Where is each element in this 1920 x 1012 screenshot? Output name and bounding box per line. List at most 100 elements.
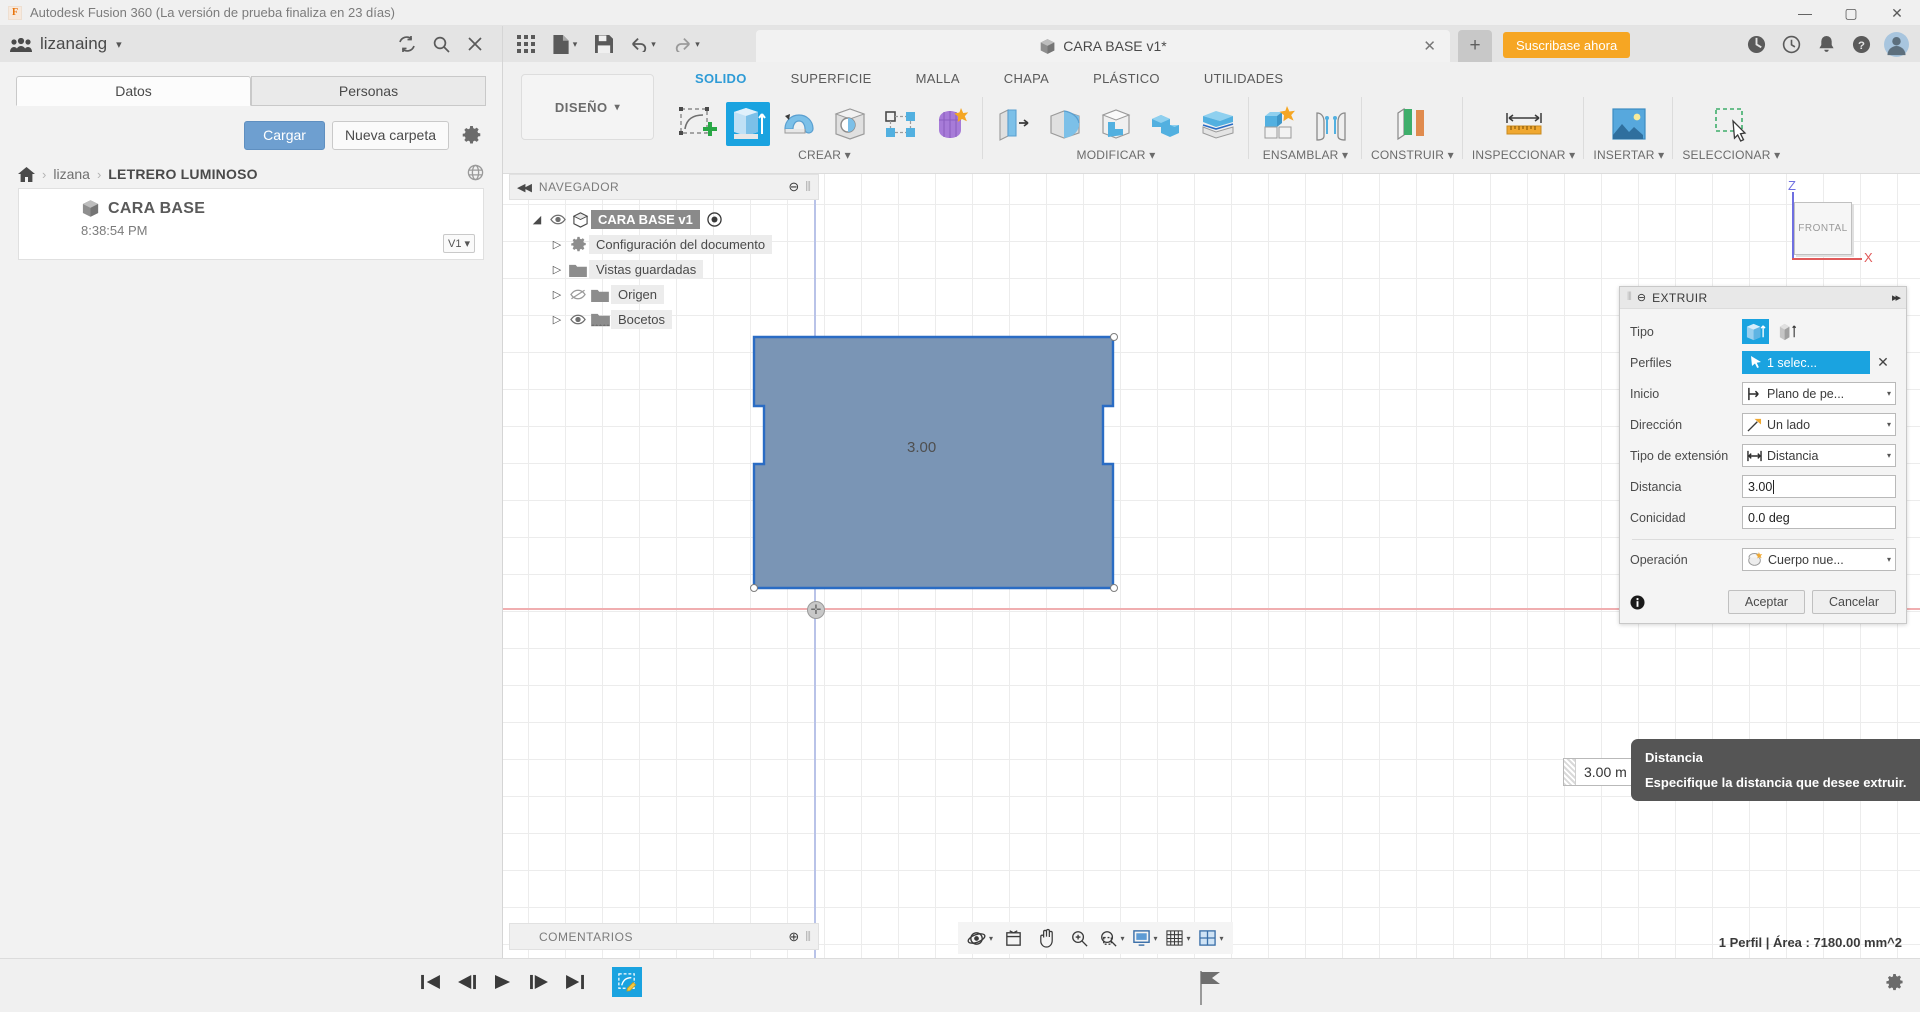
loft-icon[interactable] (879, 102, 923, 146)
zoom-window-icon[interactable]: ▾ (1096, 924, 1128, 952)
revolve-icon[interactable] (777, 102, 821, 146)
ribbon-group-insertar-label[interactable]: INSERTAR ▾ (1593, 148, 1664, 162)
chevron-down-icon[interactable]: ▾ (1120, 934, 1124, 943)
twisty-icon[interactable]: ▷ (547, 238, 567, 251)
step-back-icon[interactable] (454, 969, 480, 995)
timeline-feature-node[interactable] (612, 967, 642, 997)
breadcrumb-item-project[interactable]: LETRERO LUMINOSO (108, 166, 257, 182)
close-panel-icon[interactable] (458, 27, 492, 61)
close-button[interactable]: ✕ (1874, 0, 1920, 26)
tab-superficie[interactable]: SUPERFICIE (769, 67, 894, 90)
chevron-down-icon[interactable]: ▾ (116, 38, 122, 51)
chevron-down-icon[interactable]: ▾ (1887, 555, 1891, 564)
user-avatar[interactable] (1880, 28, 1912, 60)
add-comment-icon[interactable]: ⊕ (788, 929, 799, 945)
extrude-dimension-label[interactable]: 3.00 (907, 439, 936, 456)
sweep-icon[interactable] (828, 102, 872, 146)
minimize-icon[interactable]: ⊖ (1637, 291, 1646, 304)
recent-icon[interactable] (1775, 28, 1807, 60)
minimize-button[interactable]: — (1782, 0, 1828, 26)
account-name[interactable]: lizanaing (40, 34, 107, 54)
select-window-icon[interactable] (1709, 102, 1753, 146)
form-icon[interactable] (930, 102, 974, 146)
fillet-icon[interactable] (1043, 102, 1087, 146)
shell-icon[interactable] (1094, 102, 1138, 146)
tab-plastico[interactable]: PLÁSTICO (1071, 67, 1182, 90)
step-forward-icon[interactable] (526, 969, 552, 995)
view-cube-face[interactable]: FRONTAL (1794, 202, 1852, 255)
solid-extrude-icon[interactable] (1742, 319, 1769, 344)
direccion-dropdown[interactable]: Un lado ▾ (1742, 413, 1896, 436)
save-icon[interactable] (587, 29, 621, 59)
undo-icon[interactable]: ▾ (621, 29, 665, 59)
ribbon-group-modificar-label[interactable]: MODIFICAR ▾ (1077, 148, 1156, 162)
refresh-icon[interactable] (390, 27, 424, 61)
measure-icon[interactable] (1502, 102, 1546, 146)
browser-grip-icon[interactable]: ⦀ (805, 179, 811, 195)
viewports-icon[interactable]: ▾ (1195, 924, 1227, 952)
tree-item-configuracion[interactable]: ▷ Configuración del documento (509, 232, 819, 257)
construct-plane-icon[interactable] (1390, 102, 1434, 146)
chevron-down-icon[interactable]: ▾ (1219, 934, 1223, 943)
new-sketch-icon[interactable] (675, 102, 719, 146)
thin-extrude-icon[interactable] (1774, 319, 1801, 344)
job-status-icon[interactable] (1740, 28, 1772, 60)
chevron-down-icon[interactable]: ▾ (1887, 420, 1891, 429)
radio-visible-icon[interactable] (707, 212, 722, 227)
ribbon-group-crear-label[interactable]: CREAR ▾ (798, 148, 851, 162)
twisty-icon[interactable]: ▷ (547, 313, 567, 326)
sketch-profile[interactable] (751, 334, 1116, 591)
file-card[interactable]: CARA BASE 8:38:54 PM V1 ▾ (18, 188, 484, 260)
clear-selection-icon[interactable]: ✕ (1870, 354, 1896, 371)
pan-icon[interactable] (1030, 924, 1062, 952)
profile-selection-button[interactable]: 1 selec... (1742, 351, 1870, 374)
look-at-icon[interactable] (997, 924, 1029, 952)
sketch-handle-bl[interactable] (750, 584, 758, 592)
comments-grip-icon[interactable]: ⦀ (805, 929, 811, 945)
search-icon[interactable] (424, 27, 458, 61)
tab-solido[interactable]: SOLIDO (673, 67, 769, 90)
press-pull-icon[interactable] (992, 102, 1036, 146)
tree-item-vistas-guardadas[interactable]: ▷ Vistas guardadas (509, 257, 819, 282)
new-file-icon[interactable]: ▾ (543, 29, 587, 59)
extrude-dialog-header[interactable]: ⦀ ⊖ EXTRUIR ▸▸ (1620, 287, 1906, 309)
view-cube[interactable]: Z FRONTAL X (1772, 192, 1864, 274)
tab-malla[interactable]: MALLA (894, 67, 982, 90)
chevron-down-icon[interactable]: ▾ (1186, 934, 1190, 943)
sketch-handle-tr[interactable] (1110, 333, 1118, 341)
viewport[interactable]: ✛ 3.00 3.00 m Distancia Especifique la d… (503, 174, 1920, 1012)
chevron-down-icon[interactable]: ▾ (1887, 389, 1891, 398)
chevron-down-icon[interactable]: ▾ (573, 39, 578, 50)
help-icon[interactable]: ? (1845, 28, 1877, 60)
play-icon[interactable] (490, 969, 516, 995)
collapse-icon[interactable]: ◀◀ (517, 181, 530, 194)
display-settings-icon[interactable]: ▾ (1129, 924, 1161, 952)
tree-item-origen[interactable]: ▷ Origen (509, 282, 819, 307)
ribbon-group-inspeccionar-label[interactable]: INSPECCIONAR ▾ (1472, 148, 1576, 162)
subscribe-button[interactable]: Suscribase ahora (1503, 32, 1630, 58)
tree-item-bocetos[interactable]: ▷ Bocetos (509, 307, 819, 332)
conicidad-input[interactable]: 0.0 deg (1742, 506, 1896, 529)
close-icon[interactable]: ✕ (1423, 37, 1436, 55)
chevron-down-icon[interactable]: ▾ (1153, 934, 1157, 943)
new-tab-button[interactable]: + (1458, 30, 1492, 62)
twisty-icon[interactable]: ▷ (547, 288, 567, 301)
new-folder-button[interactable]: Nueva carpeta (332, 121, 449, 150)
tab-chapa[interactable]: CHAPA (982, 67, 1071, 90)
go-end-icon[interactable] (562, 969, 588, 995)
notifications-bell-icon[interactable] (1810, 28, 1842, 60)
zoom-icon[interactable] (1063, 924, 1095, 952)
ribbon-group-ensamblar-label[interactable]: ENSAMBLAR ▾ (1263, 148, 1349, 162)
chevron-down-icon[interactable]: ▾ (651, 39, 656, 50)
extrude-dialog[interactable]: ⦀ ⊖ EXTRUIR ▸▸ Tipo (1619, 286, 1907, 624)
combine-icon[interactable] (1145, 102, 1189, 146)
tab-datos[interactable]: Datos (16, 76, 251, 106)
inline-distance-input[interactable]: 3.00 m (1563, 758, 1636, 786)
sketch-handle-br[interactable] (1110, 584, 1118, 592)
go-start-icon[interactable] (418, 969, 444, 995)
chevron-down-icon[interactable]: ▾ (989, 934, 993, 943)
grid-snap-icon[interactable]: ▾ (1162, 924, 1194, 952)
twisty-icon[interactable]: ▷ (547, 263, 567, 276)
tree-item-cara-base[interactable]: ◢ CARA BASE v1 (509, 207, 819, 232)
tab-utilidades[interactable]: UTILIDADES (1182, 67, 1306, 90)
